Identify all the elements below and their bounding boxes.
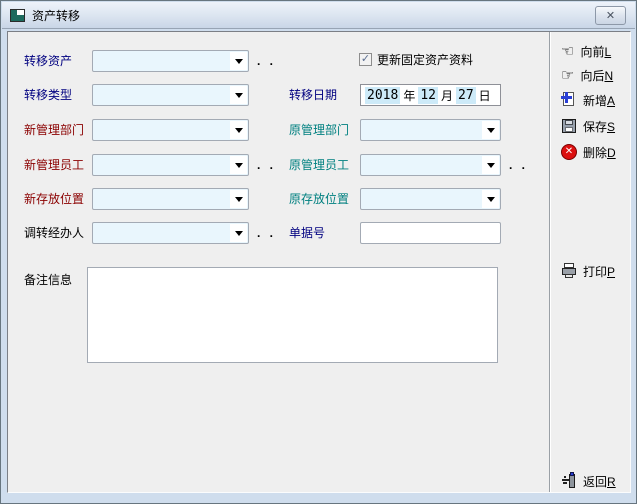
delete-button[interactable]: ✕ 删除D: [561, 141, 616, 163]
backward-button[interactable]: ☞ 向后N: [561, 64, 613, 86]
old-dept-combo[interactable]: [360, 119, 501, 141]
remark-label: 备注信息: [24, 269, 72, 291]
doc-no-label: 单据号: [289, 222, 325, 244]
update-fixed-asset-checkbox[interactable]: ✓ 更新固定资产资料: [359, 51, 473, 68]
transfer-asset-browse-button[interactable]: . .: [257, 50, 276, 72]
update-fixed-asset-label: 更新固定资产资料: [377, 51, 473, 68]
forward-label: 向前: [580, 45, 604, 59]
chevron-down-icon: [230, 86, 247, 104]
transfer-date-input[interactable]: 2018 年 12 月 27 日: [360, 84, 501, 106]
print-label: 打印: [583, 265, 607, 279]
chevron-down-icon: [482, 121, 499, 139]
date-month-value: 12: [418, 87, 438, 104]
doc-no-input[interactable]: [360, 222, 501, 244]
old-employee-label: 原管理员工: [289, 154, 349, 176]
old-employee-browse-button[interactable]: . .: [509, 154, 528, 176]
handler-label: 调转经办人: [24, 222, 84, 244]
handler-browse-button[interactable]: . .: [257, 222, 276, 244]
transfer-asset-label: 转移资产: [24, 50, 72, 72]
new-location-combo[interactable]: [92, 188, 249, 210]
add-button[interactable]: 新增A: [561, 89, 615, 111]
title-bar: 资产转移: [2, 2, 635, 29]
save-button[interactable]: 保存S: [561, 115, 615, 137]
remark-textarea[interactable]: [87, 267, 498, 363]
chevron-down-icon: [230, 156, 247, 174]
date-month-unit: 月: [438, 86, 456, 105]
add-label: 新增: [583, 94, 607, 108]
new-employee-label: 新管理员工: [24, 154, 84, 176]
backward-label: 向后: [580, 69, 604, 83]
forward-button[interactable]: ☜ 向前L: [561, 40, 611, 62]
printer-icon: [561, 263, 577, 279]
chevron-down-icon: [230, 52, 247, 70]
red-cross-circle-icon: ✕: [561, 144, 577, 160]
new-employee-combo[interactable]: [92, 154, 249, 176]
close-button[interactable]: ✕: [595, 6, 626, 25]
floppy-disk-icon: [561, 118, 577, 134]
handler-combo[interactable]: [92, 222, 249, 244]
date-year-value: 2018: [365, 87, 400, 104]
form-panel: 转移资产 . . ✓ 更新固定资产资料 转移类型 转移日期 2018 年 12 …: [7, 31, 631, 493]
close-icon: ✕: [606, 9, 615, 22]
transfer-type-combo[interactable]: [92, 84, 249, 106]
old-employee-combo[interactable]: [360, 154, 501, 176]
return-button[interactable]: 返回R: [561, 470, 616, 492]
save-label: 保存: [583, 120, 607, 134]
hand-pointing-right-icon: ☞: [561, 68, 574, 83]
new-employee-browse-button[interactable]: . .: [257, 154, 276, 176]
chevron-down-icon: [230, 224, 247, 242]
date-day-unit: 日: [476, 86, 494, 105]
delete-label: 删除: [583, 146, 607, 160]
old-location-combo[interactable]: [360, 188, 501, 210]
window-form-icon: [10, 9, 25, 22]
new-location-label: 新存放位置: [24, 188, 84, 210]
exit-door-icon: [561, 473, 577, 489]
asset-transfer-window: 资产转移 ✕ 转移资产 . . ✓ 更新固定资产资料 转移类型 转移日期 201…: [0, 0, 637, 504]
chevron-down-icon: [482, 190, 499, 208]
window-title: 资产转移: [32, 7, 80, 24]
date-year-unit: 年: [400, 86, 418, 105]
print-button[interactable]: 打印P: [561, 260, 615, 282]
transfer-type-label: 转移类型: [24, 84, 72, 106]
checkbox-check-icon: ✓: [359, 53, 372, 66]
return-label: 返回: [583, 475, 607, 489]
chevron-down-icon: [230, 190, 247, 208]
date-day-value: 27: [456, 87, 476, 104]
document-plus-icon: [561, 92, 577, 108]
transfer-date-label: 转移日期: [289, 84, 337, 106]
hand-pointing-left-icon: ☜: [561, 44, 574, 59]
new-dept-combo[interactable]: [92, 119, 249, 141]
button-sidebar: ☜ 向前L ☞ 向后N 新增A 保存S ✕ 删除D 打印P: [551, 32, 630, 492]
old-location-label: 原存放位置: [289, 188, 349, 210]
chevron-down-icon: [482, 156, 499, 174]
chevron-down-icon: [230, 121, 247, 139]
new-dept-label: 新管理部门: [24, 119, 84, 141]
transfer-asset-combo[interactable]: [92, 50, 249, 72]
old-dept-label: 原管理部门: [289, 119, 349, 141]
